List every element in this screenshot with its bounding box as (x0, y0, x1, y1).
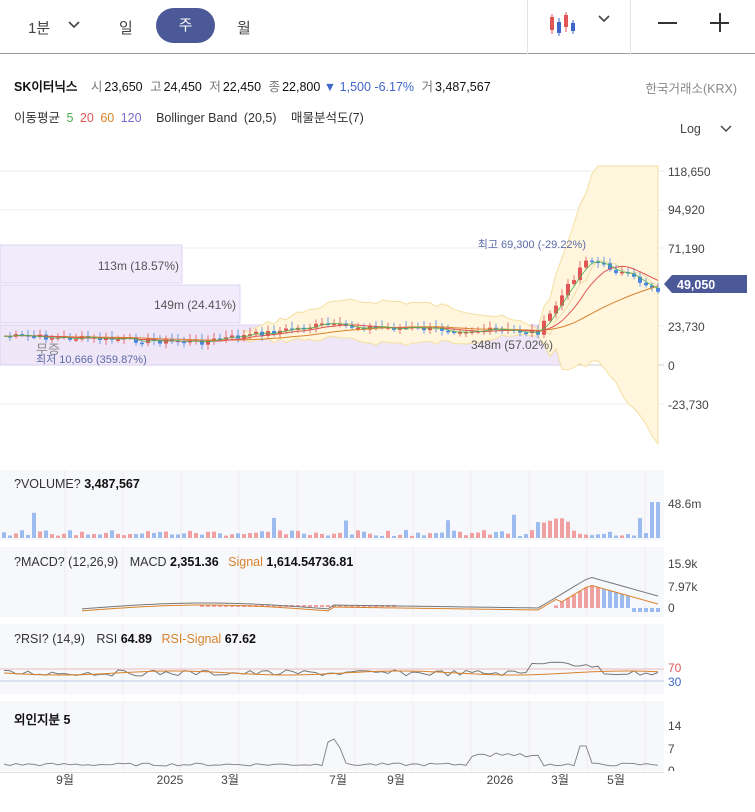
log-scale-button[interactable]: Log (680, 122, 701, 136)
high-label: 고 (150, 80, 162, 94)
price-chart[interactable]: 113m (18.57%) 149m (24.41%) 348m (57.02%… (0, 150, 755, 470)
ma5-label: 5 (66, 111, 74, 125)
x-tick-8: 5월 (607, 773, 625, 787)
interval-minute-button[interactable]: 1분 (28, 17, 50, 38)
rsi-value: 64.89 (120, 632, 152, 646)
volume-profile-label[interactable]: 매물분석도(7) (291, 111, 364, 125)
stock-name: SK이터닉스 (14, 80, 78, 94)
price-info-bar: SK이터닉스 시 23,650 고 24,450 저 22,450 종 22,800 ▼… (14, 76, 491, 95)
divider (527, 0, 528, 54)
interval-month-button[interactable]: 월 (237, 17, 251, 38)
current-price: 49,050 (677, 278, 715, 292)
zoom-in-icon-vertical[interactable] (719, 13, 721, 32)
macd-label: MACD (129, 555, 167, 569)
foreign-tick-1: 14 (668, 719, 682, 733)
low-label: 저 (209, 80, 221, 94)
macd-title: ?MACD? (12,26,9) MACD 2,351.36 Signal 1,… (14, 555, 353, 569)
rsi-tick-70: 70 (668, 661, 682, 675)
profile-label-2: 149m (24.41%) (154, 298, 236, 312)
ma60-label: 60 (100, 111, 115, 125)
macd-tick-3: 0 (668, 601, 675, 615)
x-tick-5: 9월 (387, 773, 405, 787)
bollinger-label[interactable]: Bollinger Band (156, 111, 237, 125)
divider (630, 0, 631, 54)
ma-label[interactable]: 이동평균 (14, 111, 60, 125)
change-pct: -6.17% (374, 80, 415, 94)
volume-title: ?VOLUME? 3,487,567 (14, 477, 140, 491)
foreign-ownership-chart[interactable]: 14 7 0 (0, 701, 755, 771)
macd-value: 2,351.36 (170, 555, 219, 569)
interval-day-button[interactable]: 일 (119, 17, 133, 38)
rsi-tick-30: 30 (668, 675, 682, 689)
y-tick-5: 0 (668, 359, 675, 373)
interval-week-button[interactable]: 주 (156, 8, 215, 43)
open-label: 시 (90, 80, 103, 94)
bollinger-band (243, 165, 659, 446)
candlestick-icon[interactable] (546, 10, 578, 38)
close-value: 22,800 (282, 80, 321, 94)
low-marker: 최저 10,666 (359.87%) (36, 353, 147, 366)
volume-value: 3,487,567 (435, 80, 491, 94)
ma20-label: 20 (79, 111, 94, 125)
profile-label-3: 348m (57.02%) (471, 338, 553, 352)
bollinger-params: (20,5) (243, 111, 277, 125)
macd-signal-label: Signal (228, 555, 263, 569)
chart-type-chevron-icon[interactable] (598, 14, 610, 24)
volume-tick: 48.6m (668, 497, 701, 511)
y-tick-1: 118,650 (668, 165, 711, 179)
rsi-signal-value: 67.62 (224, 632, 256, 646)
exchange-label: 한국거래소(KRX) (645, 82, 737, 96)
foreign-tick-2: 7 (668, 742, 675, 756)
rsi-signal-label: RSI-Signal (161, 632, 222, 646)
macd-title-label: ?MACD? (12,26,9) (14, 555, 119, 569)
chart-toolbar: 1분 일 주 월 (0, 0, 755, 54)
volume-label: 거 (421, 80, 434, 94)
x-tick-4: 7월 (329, 773, 347, 787)
log-chevron-icon[interactable] (720, 124, 732, 134)
foreign-title: 외인지분 5 (14, 709, 70, 728)
x-tick-7: 3월 (551, 773, 569, 787)
rsi-title: ?RSI? (14,9) RSI 64.89 RSI-Signal 67.62 (14, 632, 256, 646)
chevron-down-icon[interactable] (68, 20, 80, 30)
high-marker: 최고 69,300 (-29.22%) (478, 238, 586, 251)
y-tick-3: 71,190 (668, 242, 705, 256)
foreign-tick-3: 0 (668, 764, 675, 771)
low-value: 22,450 (222, 80, 262, 94)
ma120-label: 120 (120, 111, 142, 125)
rsi-title-label: ?RSI? (14,9) (14, 632, 85, 646)
open-value: 23,650 (104, 80, 143, 94)
close-label: 종 (268, 80, 281, 94)
macd-signal-value: 1,614.54736.81 (266, 555, 354, 569)
volume-title-label: ?VOLUME? (14, 477, 81, 491)
high-value: 24,450 (163, 80, 202, 94)
foreign-panel-bg (0, 701, 664, 771)
profile-label-1: 113m (18.57%) (98, 259, 179, 273)
macd-tick-1: 15.9k (668, 557, 698, 571)
macd-tick-2: 7.97k (668, 580, 698, 594)
x-axis: 9월 2025 3월 7월 9월 2026 3월 5월 (0, 772, 664, 787)
indicator-legend: 이동평균 5 20 60 120 Bollinger Band (20,5) 매… (14, 107, 367, 126)
zoom-out-icon[interactable] (658, 22, 677, 24)
x-tick-3: 3월 (221, 773, 239, 787)
rsi-label: RSI (96, 632, 118, 646)
y-tick-2: 94,920 (668, 203, 705, 217)
foreign-title-label: 외인지분 5 (14, 713, 71, 727)
x-tick-2: 2025 (157, 773, 184, 787)
y-tick-6: -23,730 (668, 398, 709, 412)
x-tick-6: 2026 (487, 773, 514, 787)
volume-title-value: 3,487,567 (84, 477, 140, 491)
current-price-tag: 49,050 (664, 275, 747, 293)
y-tick-4: 23,730 (668, 320, 705, 334)
change-value: ▼ 1,500 (323, 80, 371, 94)
x-tick-1: 9월 (56, 773, 74, 787)
